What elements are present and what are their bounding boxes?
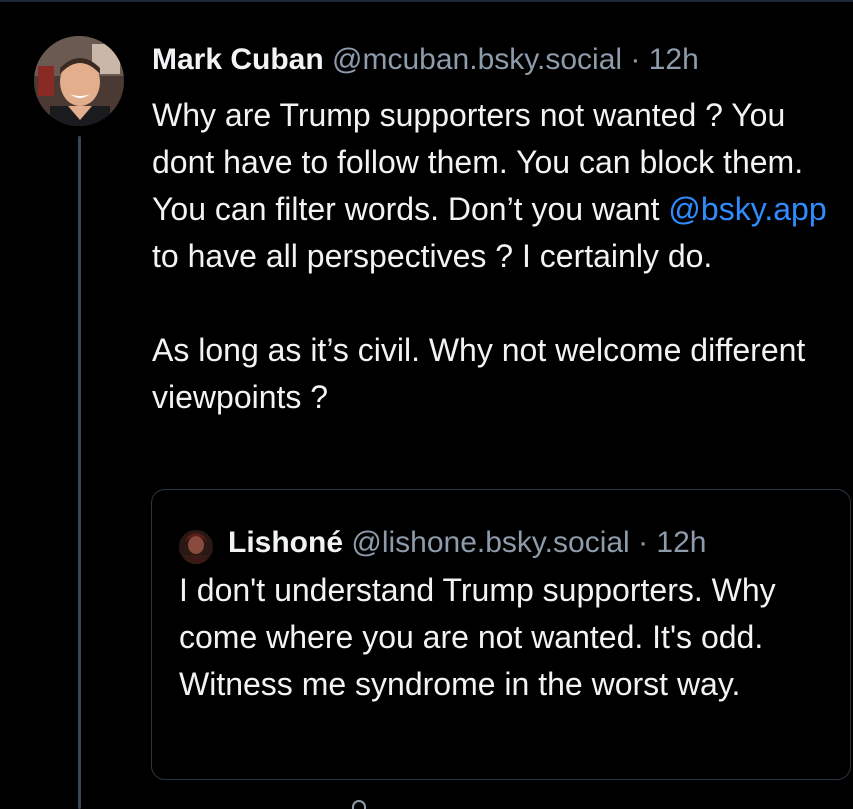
post-text-after-mention: to have all perspectives ? I certainly d… — [152, 238, 713, 274]
separator-dot: · — [638, 526, 649, 559]
author-avatar[interactable] — [34, 36, 124, 126]
post-paragraph-2: As long as it’s civil. Why not welcome d… — [152, 332, 806, 415]
avatar-photo-icon — [179, 530, 213, 564]
quote-author-name[interactable]: Lishoné — [228, 526, 343, 559]
quote-header: Lishoné @lishone.bsky.social · 12h — [228, 521, 706, 565]
post-paragraph-1: Why are Trump supporters not wanted ? Yo… — [152, 92, 842, 280]
quote-author-avatar[interactable] — [179, 530, 213, 564]
action-icon-partial[interactable] — [352, 800, 366, 809]
quote-body: I don't understand Trump supporters. Why… — [179, 572, 776, 702]
post[interactable]: Mark Cuban @mcuban.bsky.social · 12h Why… — [0, 0, 853, 809]
post-header: Mark Cuban @mcuban.bsky.social · 12h — [152, 38, 699, 82]
separator-dot: · — [630, 43, 641, 76]
thread-line — [78, 136, 81, 809]
mention-link[interactable]: @bsky.app — [668, 191, 826, 227]
quoted-post[interactable]: Lishoné @lishone.bsky.social · 12h I don… — [151, 489, 851, 780]
avatar-photo-icon — [34, 36, 124, 126]
author-handle[interactable]: @mcuban.bsky.social — [332, 43, 622, 76]
author-name[interactable]: Mark Cuban — [152, 43, 324, 76]
quote-author-handle[interactable]: @lishone.bsky.social — [351, 526, 629, 559]
post-timestamp[interactable]: 12h — [649, 43, 699, 76]
post-body: Why are Trump supporters not wanted ? Yo… — [152, 92, 842, 421]
quote-timestamp[interactable]: 12h — [656, 526, 706, 559]
